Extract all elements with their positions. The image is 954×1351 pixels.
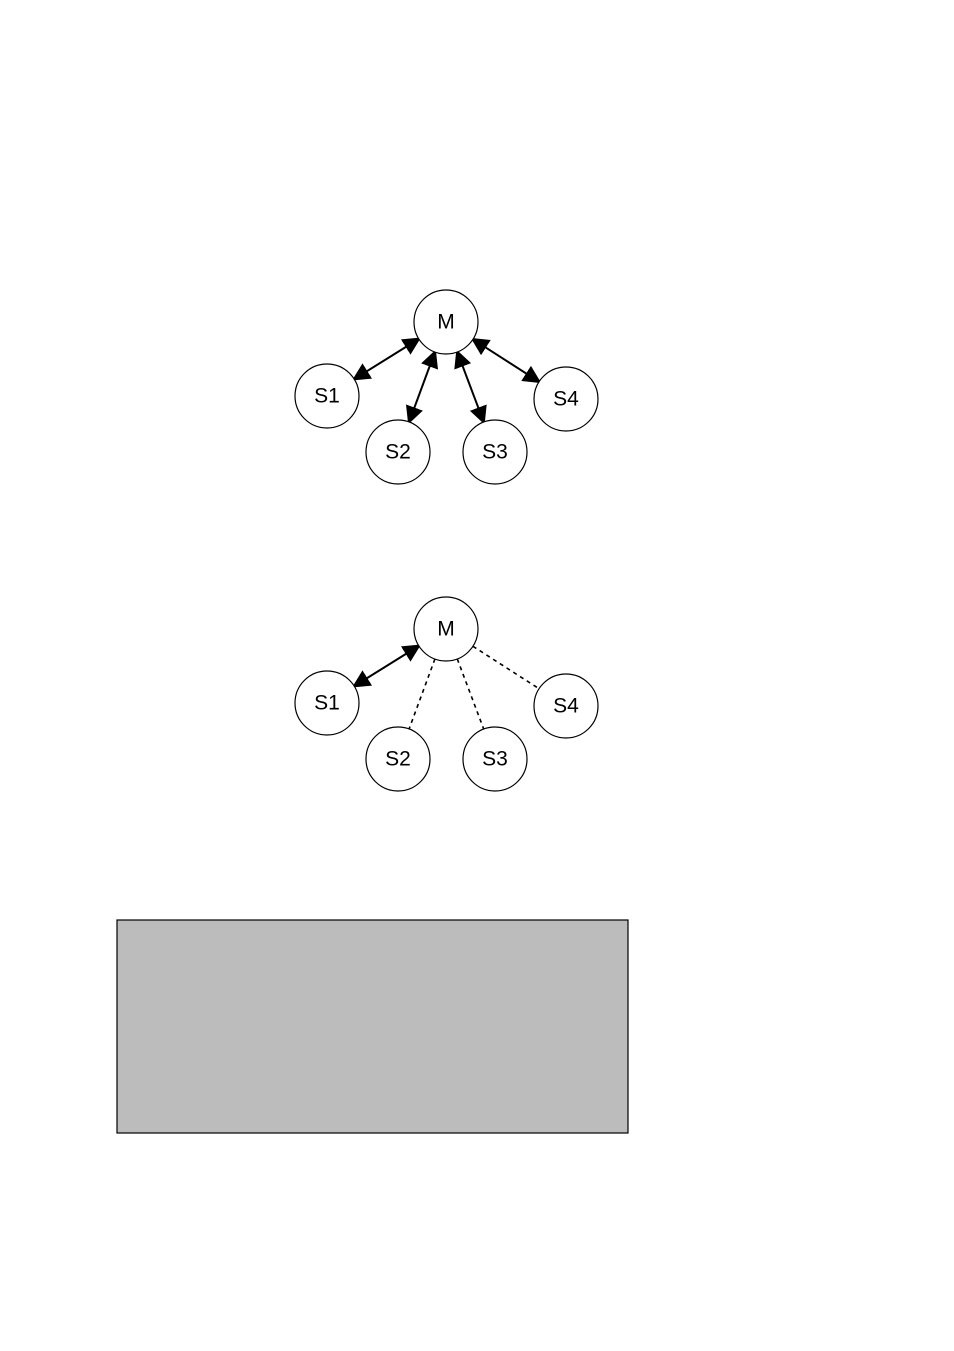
node-label-S1: S1 [314, 692, 340, 715]
edge-M-S1 [354, 339, 419, 379]
node-label-S3: S3 [482, 748, 508, 771]
node-S2: S2 [366, 420, 430, 484]
node-label-M: M [437, 311, 455, 334]
edge-M-S3 [457, 352, 483, 422]
edge-M-S4 [473, 339, 539, 381]
diagram-top: M S1 S2 S3 S4 [295, 290, 598, 484]
gray-rectangle [117, 920, 628, 1133]
node-S4: S4 [534, 674, 598, 738]
edge-M-S3 [457, 659, 483, 729]
node-M: M [414, 290, 478, 354]
node-label-S2: S2 [385, 748, 411, 771]
node-label-S2: S2 [385, 441, 411, 464]
node-M: M [414, 597, 478, 661]
node-S1: S1 [295, 671, 359, 735]
diagram-canvas: M S1 S2 S3 S4 M S1 S2 S3 S4 [0, 0, 954, 1351]
node-S4: S4 [534, 367, 598, 431]
node-label-S3: S3 [482, 441, 508, 464]
edge-M-S2 [409, 659, 435, 729]
edge-M-S1 [354, 646, 419, 686]
node-S3: S3 [463, 420, 527, 484]
edge-M-S2 [409, 352, 435, 422]
diagram-bottom: M S1 S2 S3 S4 [295, 597, 598, 791]
node-S3: S3 [463, 727, 527, 791]
edge-M-S4 [473, 646, 539, 688]
node-S2: S2 [366, 727, 430, 791]
node-label-S4: S4 [553, 388, 579, 411]
node-label-M: M [437, 618, 455, 641]
node-label-S1: S1 [314, 385, 340, 408]
node-S1: S1 [295, 364, 359, 428]
node-label-S4: S4 [553, 695, 579, 718]
